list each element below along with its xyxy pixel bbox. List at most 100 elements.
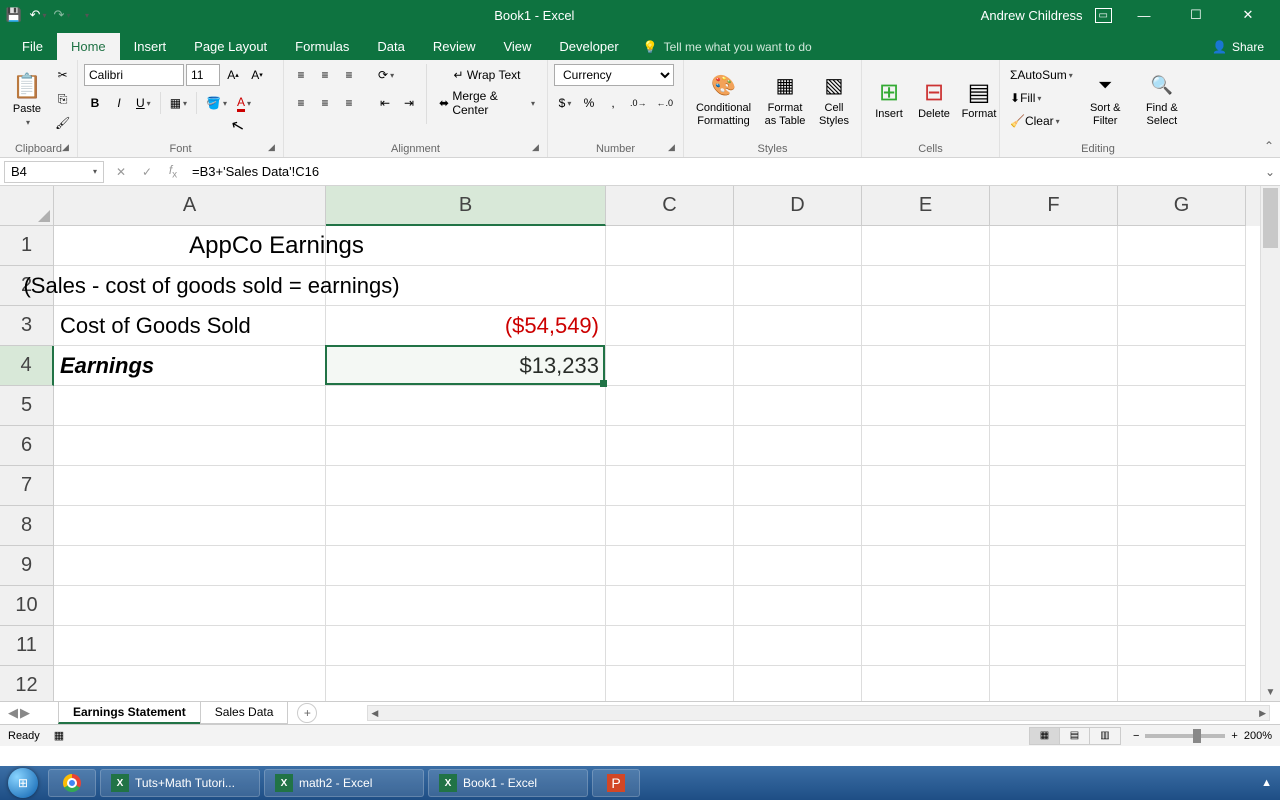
format-painter-button[interactable]: 🖌: [51, 112, 74, 134]
cell-C6[interactable]: [606, 426, 734, 466]
increase-indent-button[interactable]: ⇥: [398, 92, 420, 114]
font-color-button[interactable]: A▾: [233, 92, 255, 114]
align-top-button[interactable]: ≡: [290, 64, 312, 86]
clipboard-dialog-launcher[interactable]: ◢: [62, 142, 74, 154]
cell-A2[interactable]: (Sales - cost of goods sold = earnings): [54, 266, 326, 306]
accounting-format-button[interactable]: $▾: [554, 92, 576, 114]
cell-F10[interactable]: [990, 586, 1118, 626]
find-select-button[interactable]: 🔍 Find & Select: [1134, 64, 1190, 136]
cell-G3[interactable]: [1118, 306, 1246, 346]
cell-E11[interactable]: [862, 626, 990, 666]
cell-E1[interactable]: [862, 226, 990, 266]
cell-G11[interactable]: [1118, 626, 1246, 666]
number-format-combo[interactable]: Currency: [554, 64, 674, 86]
cell-A5[interactable]: [54, 386, 326, 426]
cell-C3[interactable]: [606, 306, 734, 346]
cell-E5[interactable]: [862, 386, 990, 426]
tab-view[interactable]: View: [489, 33, 545, 60]
fill-color-button[interactable]: 🪣▾: [202, 92, 231, 114]
cell-B7[interactable]: [326, 466, 606, 506]
cell-B12[interactable]: [326, 666, 606, 701]
tab-insert[interactable]: Insert: [120, 33, 181, 60]
cell-B8[interactable]: [326, 506, 606, 546]
cell-D7[interactable]: [734, 466, 862, 506]
increase-font-button[interactable]: A▴: [222, 64, 244, 86]
cell-G8[interactable]: [1118, 506, 1246, 546]
sheet-tab-sales-data[interactable]: Sales Data: [200, 702, 289, 724]
format-as-table-button[interactable]: ▦ Format as Table: [760, 64, 810, 136]
cell-G2[interactable]: [1118, 266, 1246, 306]
cell-C7[interactable]: [606, 466, 734, 506]
row-header-1[interactable]: 1: [0, 226, 54, 266]
column-header-C[interactable]: C: [606, 186, 734, 226]
cell-C11[interactable]: [606, 626, 734, 666]
horizontal-scrollbar[interactable]: ◀▶: [367, 705, 1270, 721]
row-header-8[interactable]: 8: [0, 506, 54, 546]
italic-button[interactable]: I: [108, 92, 130, 114]
cell-B9[interactable]: [326, 546, 606, 586]
underline-button[interactable]: U▾: [132, 92, 155, 114]
column-header-E[interactable]: E: [862, 186, 990, 226]
cell-E3[interactable]: [862, 306, 990, 346]
tab-home[interactable]: Home: [57, 33, 120, 60]
column-header-B[interactable]: B: [326, 186, 606, 226]
orientation-button[interactable]: ⟳▾: [374, 64, 398, 86]
align-bottom-button[interactable]: ≡: [338, 64, 360, 86]
undo-icon[interactable]: ↶▾: [30, 7, 46, 23]
cell-D4[interactable]: [734, 346, 862, 386]
align-middle-button[interactable]: ≡: [314, 64, 336, 86]
sort-filter-button[interactable]: ⏷ Sort & Filter: [1080, 64, 1131, 136]
collapse-ribbon-icon[interactable]: ⌃: [1264, 139, 1274, 153]
minimize-button[interactable]: —: [1124, 0, 1164, 30]
font-name-combo[interactable]: [84, 64, 184, 86]
cell-D8[interactable]: [734, 506, 862, 546]
taskbar-item[interactable]: XTuts+Math Tutori...: [100, 769, 260, 797]
insert-cells-button[interactable]: ⊞ Insert: [868, 64, 910, 136]
cell-E10[interactable]: [862, 586, 990, 626]
cell-G7[interactable]: [1118, 466, 1246, 506]
column-header-A[interactable]: A: [54, 186, 326, 226]
cell-A6[interactable]: [54, 426, 326, 466]
cell-D2[interactable]: [734, 266, 862, 306]
user-name[interactable]: Andrew Childress: [981, 8, 1083, 23]
taskbar-item[interactable]: P: [592, 769, 640, 797]
cell-A7[interactable]: [54, 466, 326, 506]
new-sheet-button[interactable]: +: [297, 703, 317, 723]
expand-formula-bar-button[interactable]: ⌄: [1260, 165, 1280, 179]
normal-view-button[interactable]: ▦: [1030, 728, 1060, 744]
taskbar-item[interactable]: XBook1 - Excel: [428, 769, 588, 797]
fill-button[interactable]: ⬇ Fill▾: [1006, 87, 1077, 109]
paste-button[interactable]: 📋 Paste ▾: [6, 64, 48, 136]
customize-qat-icon[interactable]: ▾: [78, 7, 94, 23]
cell-B1[interactable]: [326, 226, 606, 266]
cell-A8[interactable]: [54, 506, 326, 546]
name-box[interactable]: B4 ▾: [4, 161, 104, 183]
sheet-tab-earnings-statement[interactable]: Earnings Statement: [58, 702, 201, 724]
copy-button[interactable]: ⎘: [51, 88, 74, 110]
scroll-down-button[interactable]: ▼: [1261, 683, 1280, 701]
format-cells-button[interactable]: ▤ Format: [958, 64, 1000, 136]
align-right-button[interactable]: ≡: [338, 92, 360, 114]
cell-G6[interactable]: [1118, 426, 1246, 466]
cell-B3[interactable]: ($54,549): [326, 306, 606, 346]
cell-C4[interactable]: [606, 346, 734, 386]
cell-D12[interactable]: [734, 666, 862, 701]
scroll-thumb[interactable]: [1263, 188, 1278, 248]
wrap-text-button[interactable]: ↵ Wrap Text: [433, 64, 541, 86]
cell-F3[interactable]: [990, 306, 1118, 346]
tab-file[interactable]: File: [8, 33, 57, 60]
cell-E4[interactable]: [862, 346, 990, 386]
enter-formula-button[interactable]: ✓: [134, 165, 160, 179]
cell-C8[interactable]: [606, 506, 734, 546]
ribbon-display-icon[interactable]: ▭: [1095, 8, 1112, 23]
cell-D6[interactable]: [734, 426, 862, 466]
zoom-slider[interactable]: [1145, 734, 1225, 738]
cell-D11[interactable]: [734, 626, 862, 666]
column-header-G[interactable]: G: [1118, 186, 1246, 226]
font-dialog-launcher[interactable]: ◢: [268, 142, 280, 154]
cell-A4[interactable]: Earnings: [54, 346, 326, 386]
cell-F11[interactable]: [990, 626, 1118, 666]
cell-F5[interactable]: [990, 386, 1118, 426]
cell-E6[interactable]: [862, 426, 990, 466]
cell-F6[interactable]: [990, 426, 1118, 466]
